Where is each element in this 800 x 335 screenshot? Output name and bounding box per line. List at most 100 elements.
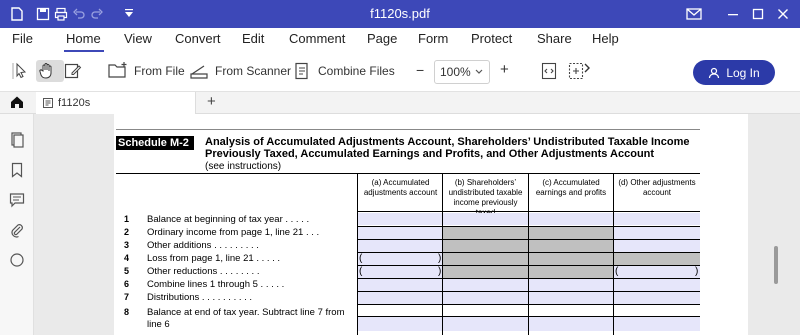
row6-col-a-input[interactable] [358,279,442,291]
menu-view[interactable]: View [124,31,152,46]
paren-close: ) [438,266,442,277]
tab-f1120s[interactable]: f1120s [36,92,196,114]
col-header-rule [357,211,700,212]
row5-col-c-shaded [529,266,613,278]
row2-col-b-shaded [443,227,528,239]
column-a-header: (a) Accumulated adjustments account [363,178,438,197]
menu-bar: File Home View Convert Edit Comment Page… [0,28,800,52]
vertical-scrollbar-thumb[interactable] [774,246,778,284]
combine-files-button[interactable]: Combine Files [294,62,395,80]
login-button[interactable]: Log In [693,60,775,85]
close-icon[interactable] [774,5,792,23]
from-scanner-button[interactable]: From Scanner [189,62,291,80]
row7-col-b-input[interactable] [443,292,528,304]
row1-col-c-input[interactable] [529,213,613,225]
tab-label: f1120s [58,97,91,109]
maximize-icon[interactable] [749,5,767,23]
menu-page[interactable]: Page [367,31,397,46]
prev-section-rule [116,129,700,130]
row8-col-b-input[interactable] [443,317,528,331]
row-number: 3 [124,240,130,250]
row3-col-a-input[interactable] [358,240,442,252]
search-icon[interactable] [9,252,25,268]
ribbon-toolbar: From File From Scanner Combine Files − + [0,52,800,92]
row-label: Balance at beginning of tax year . . . .… [147,214,310,225]
promo-banner [630,5,670,23]
row8-col-c-input[interactable] [529,317,613,331]
row4-col-a-input[interactable] [358,253,442,265]
combine-files-label: Combine Files [318,64,395,78]
chevron-down-icon [475,69,483,74]
zoom-out-button[interactable]: − [416,62,424,78]
row-label: Combine lines 1 through 5 . . . . . [147,279,285,290]
comment-icon[interactable] [9,192,25,208]
row1-col-d-input[interactable] [614,213,700,225]
schedule-tag: Schedule M-2 [116,136,194,150]
row7-col-d-input[interactable] [614,292,700,304]
left-sidebar [0,114,34,335]
row-number: 4 [124,253,130,263]
row7-col-a-input[interactable] [358,292,442,304]
from-file-label: From File [134,64,185,78]
paren-close: ) [438,253,442,264]
zoom-select[interactable]: 100% [434,60,490,84]
row2-col-a-input[interactable] [358,227,442,239]
row8-col-a-input[interactable] [358,317,442,331]
row3-col-d-input[interactable] [614,240,700,252]
row5-col-b-shaded [443,266,528,278]
column-d-header: (d) Other adjustments account [618,178,696,197]
menu-comment[interactable]: Comment [289,31,345,46]
login-label: Log In [726,65,760,80]
row7-col-c-input[interactable] [529,292,613,304]
menu-file[interactable]: File [12,31,33,46]
row-number: 6 [124,279,130,289]
row8-col-d-input[interactable] [614,317,700,331]
row-rule [357,316,700,317]
toolbar-more-chevron-icon[interactable] [583,62,597,74]
row6-col-d-input[interactable] [614,279,700,291]
row2-col-c-shaded [529,227,613,239]
schedule-title: Analysis of Accumulated Adjustments Acco… [205,136,690,160]
window-title: f1120s.pdf [370,6,430,21]
row2-col-d-input[interactable] [614,227,700,239]
row6-col-c-input[interactable] [529,279,613,291]
row1-col-a-input[interactable] [358,213,442,225]
title-bar: f1120s.pdf [0,0,800,28]
column-c-header: (c) Accumulated earnings and profits [535,178,607,197]
row1-col-b-input[interactable] [443,213,528,225]
menu-convert[interactable]: Convert [175,31,221,46]
minimize-icon[interactable] [724,5,742,23]
hand-tool-icon[interactable] [36,60,64,82]
row5-col-a-input[interactable] [358,266,442,278]
row5-col-d-input[interactable] [614,266,700,278]
mail-icon[interactable] [685,5,703,23]
zoom-in-button[interactable]: + [500,61,509,78]
menu-home[interactable]: Home [66,31,101,46]
row4-col-b-shaded [443,253,528,265]
home-icon[interactable] [10,95,24,114]
menu-help[interactable]: Help [592,31,619,46]
menu-protect[interactable]: Protect [471,31,512,46]
bookmark-icon[interactable] [9,162,25,178]
row-label: Distributions . . . . . . . . . . [147,292,253,303]
from-scanner-label: From Scanner [215,64,292,78]
paren-open: ( [615,266,619,277]
row6-col-b-input[interactable] [443,279,528,291]
edit-tool-icon[interactable] [64,62,88,80]
row-label: Balance at end of tax year. Subtract lin… [147,307,345,318]
paren-open: ( [359,253,363,264]
add-tab-button[interactable]: + [207,93,216,110]
thumbnails-icon[interactable] [9,132,25,148]
row-number: 1 [124,214,130,224]
menu-share[interactable]: Share [537,31,572,46]
from-file-button[interactable]: From File [108,62,185,80]
document-tab-bar: f1120s + [0,92,800,114]
fit-width-icon[interactable] [541,62,563,80]
row-label-continued: line 6 [147,319,170,330]
menu-edit[interactable]: Edit [242,31,264,46]
row-number: 2 [124,227,130,237]
menu-form[interactable]: Form [418,31,448,46]
paren-close: ) [695,266,699,277]
attachment-icon[interactable] [9,222,25,238]
select-tool-icon[interactable] [12,62,34,80]
